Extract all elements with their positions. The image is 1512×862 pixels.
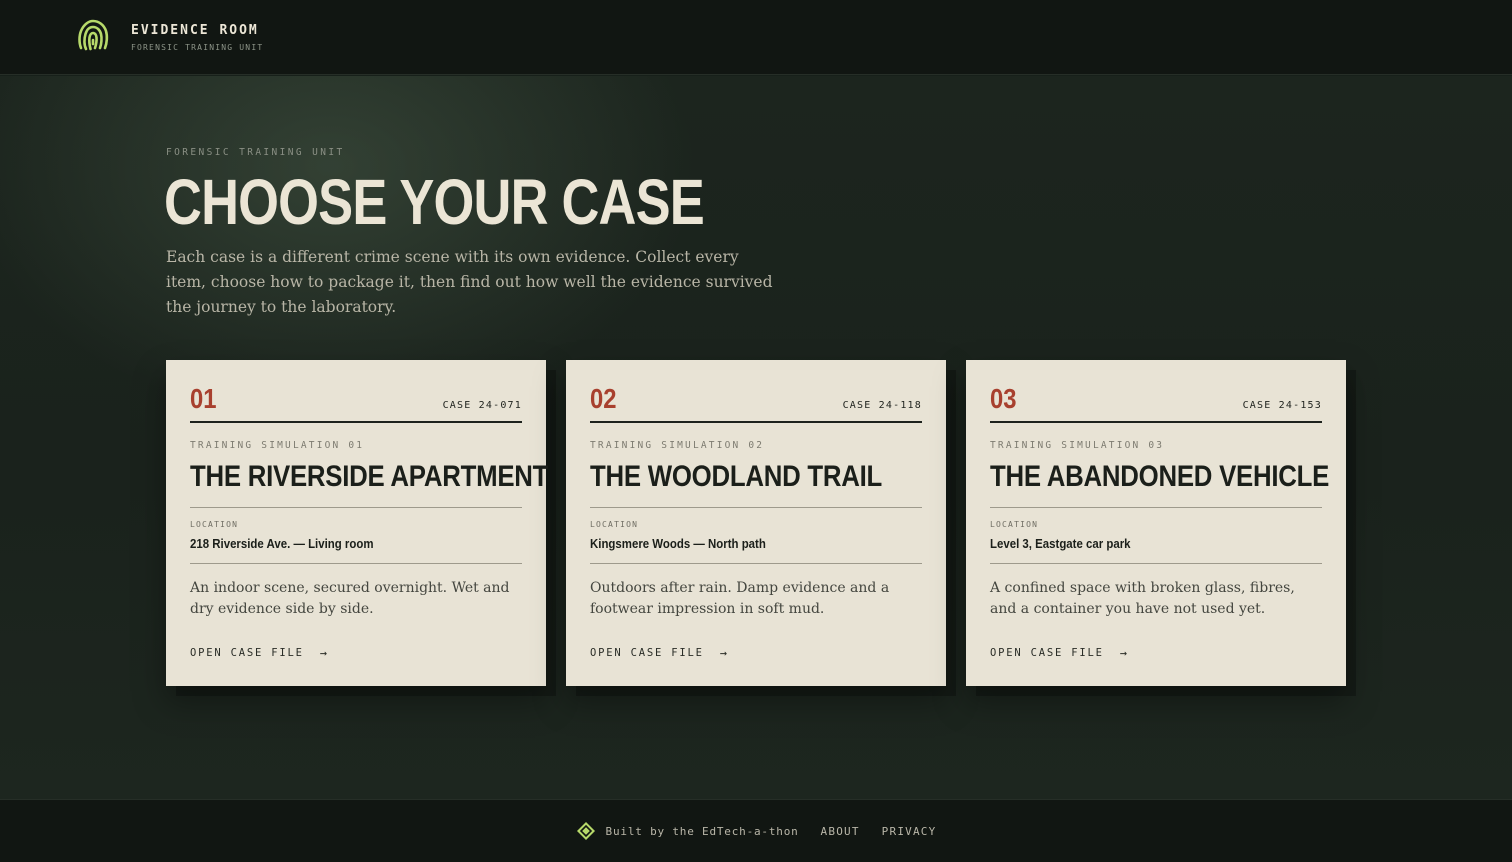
card-header: 03 CASE 24-153 xyxy=(990,382,1322,423)
intro-text: Each case is a different crime scene wit… xyxy=(166,248,773,316)
card-header: 02 CASE 24-118 xyxy=(590,382,922,423)
case-card-2[interactable]: 02 CASE 24-118 TRAINING SIMULATION 02 TH… xyxy=(566,360,946,686)
footer: Built by the EdTech-a-thon ABOUT PRIVACY xyxy=(0,799,1512,862)
app-title: EVIDENCE ROOM xyxy=(131,22,259,38)
arrow-right-icon: → xyxy=(719,646,727,660)
case-number: 01 xyxy=(190,383,217,414)
arrow-right-icon: → xyxy=(319,646,327,660)
fingerprint-icon[interactable] xyxy=(77,18,109,56)
case-title: THE RIVERSIDE APARTMENT xyxy=(190,460,549,493)
card-header: 01 CASE 24-071 xyxy=(190,382,522,423)
case-id: CASE 24-071 xyxy=(442,400,522,411)
case-description: A confined space with broken glass, fibr… xyxy=(990,580,1295,617)
about-link[interactable]: ABOUT xyxy=(821,825,860,838)
simulation-label: TRAINING SIMULATION 02 xyxy=(590,440,765,451)
location-label: LOCATION xyxy=(990,520,1039,529)
location-value: Level 3, Eastgate car park xyxy=(990,536,1131,551)
brand-block: EVIDENCE ROOM FORENSIC TRAINING UNIT xyxy=(131,23,263,52)
location-value: Kingsmere Woods — North path xyxy=(590,536,766,551)
open-case-file-label: OPEN CASE FILE xyxy=(190,647,304,659)
built-by-text: Built by the EdTech-a-thon xyxy=(605,824,799,838)
case-description: Outdoors after rain. Damp evidence and a… xyxy=(590,580,890,617)
top-bar: EVIDENCE ROOM FORENSIC TRAINING UNIT xyxy=(0,0,1512,75)
case-number: 02 xyxy=(590,383,617,414)
divider xyxy=(190,507,522,508)
divider xyxy=(990,507,1322,508)
open-case-file-link[interactable]: OPEN CASE FILE → xyxy=(190,646,327,660)
divider xyxy=(990,563,1322,564)
main-content: FORENSIC TRAINING UNIT CHOOSE YOUR CASE … xyxy=(0,76,1512,799)
divider xyxy=(190,563,522,564)
location-label: LOCATION xyxy=(590,520,639,529)
page-title: CHOOSE YOUR CASE xyxy=(164,166,705,238)
open-case-file-link[interactable]: OPEN CASE FILE → xyxy=(990,646,1127,660)
arrow-right-icon: → xyxy=(1119,646,1127,660)
case-id: CASE 24-118 xyxy=(842,400,922,411)
open-case-file-label: OPEN CASE FILE xyxy=(590,647,704,659)
case-card-3[interactable]: 03 CASE 24-153 TRAINING SIMULATION 03 TH… xyxy=(966,360,1346,686)
case-card-1[interactable]: 01 CASE 24-071 TRAINING SIMULATION 01 TH… xyxy=(166,360,549,686)
location-label: LOCATION xyxy=(190,520,239,529)
open-case-file-label: OPEN CASE FILE xyxy=(990,647,1104,659)
eyebrow-label: FORENSIC TRAINING UNIT xyxy=(166,147,345,158)
case-number: 03 xyxy=(990,383,1017,414)
divider xyxy=(590,563,922,564)
edtech-logo-icon xyxy=(576,822,595,840)
divider xyxy=(590,507,922,508)
simulation-label: TRAINING SIMULATION 03 xyxy=(990,440,1165,451)
case-title: THE ABANDONED VEHICLE xyxy=(990,460,1330,493)
simulation-label: TRAINING SIMULATION 01 xyxy=(190,440,365,451)
privacy-link[interactable]: PRIVACY xyxy=(882,825,937,838)
app-subtitle: FORENSIC TRAINING UNIT xyxy=(131,42,264,52)
open-case-file-link[interactable]: OPEN CASE FILE → xyxy=(590,646,727,660)
location-value: 218 Riverside Ave. — Living room xyxy=(190,536,374,551)
case-id: CASE 24-153 xyxy=(1242,400,1322,411)
case-description: An indoor scene, secured overnight. Wet … xyxy=(190,580,510,617)
case-title: THE WOODLAND TRAIL xyxy=(590,460,883,493)
